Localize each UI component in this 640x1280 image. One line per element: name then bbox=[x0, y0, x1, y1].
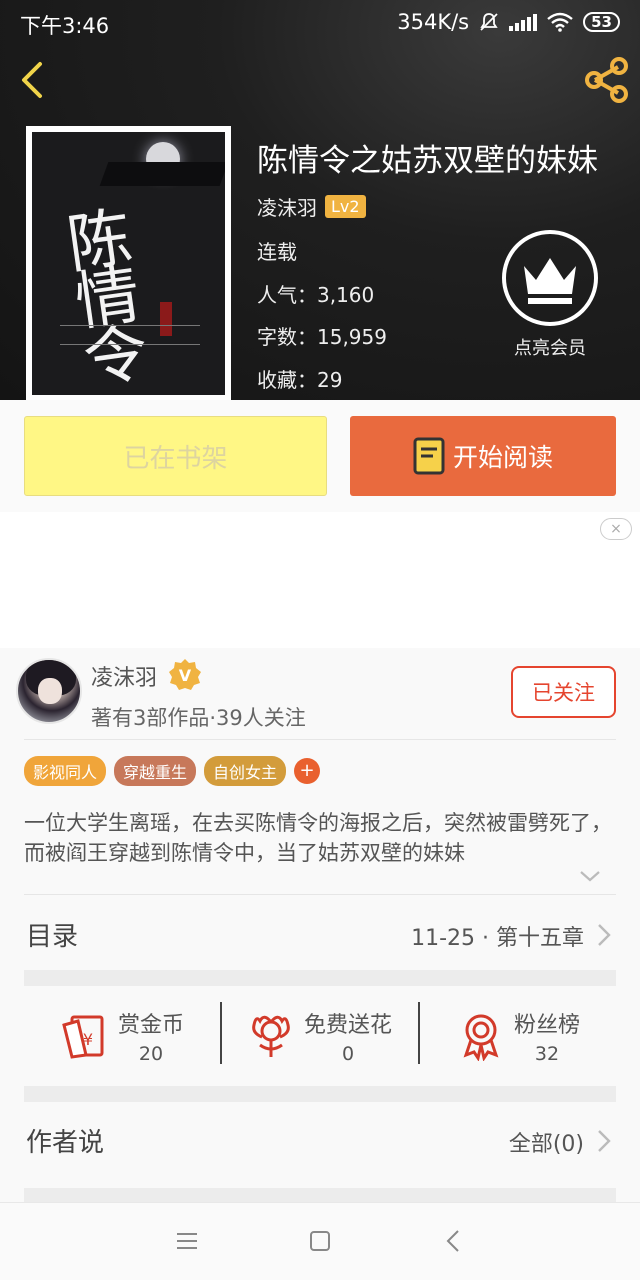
book-popularity: 人气：3,160 bbox=[257, 283, 375, 307]
add-tag-button[interactable]: + bbox=[294, 758, 321, 784]
book-details: 凌沫羽 V 著有3部作品·39人关注 已关注 影视同人 穿越重生 自创女主 + … bbox=[0, 648, 640, 1204]
toc-label: 目录 bbox=[26, 922, 79, 952]
cover-title-art: 陈情令 bbox=[52, 202, 150, 386]
stat-fans[interactable]: 粉丝榜 32 bbox=[456, 986, 580, 1086]
tag-item[interactable]: 穿越重生 bbox=[114, 756, 197, 786]
cover-art: 陈情令 bbox=[32, 132, 225, 395]
vip-button[interactable]: 点亮会员 bbox=[500, 228, 600, 360]
crown-icon bbox=[502, 230, 598, 326]
interaction-stats: ¥ 赏金币 20 免费送花 0 粉丝榜 32 bbox=[24, 986, 616, 1086]
chevron-right-icon bbox=[598, 924, 611, 946]
tag-item[interactable]: 影视同人 bbox=[24, 756, 107, 786]
divider bbox=[24, 894, 616, 895]
stat-reward[interactable]: ¥ 赏金币 20 bbox=[60, 986, 184, 1086]
start-reading-label: 开始阅读 bbox=[452, 443, 553, 472]
flower-icon bbox=[252, 1015, 290, 1057]
wifi-icon bbox=[547, 12, 573, 32]
table-of-contents-row[interactable]: 目录 11-25 · 第十五章 bbox=[24, 896, 616, 968]
author-says-all: 全部(0) bbox=[508, 1132, 584, 1157]
stat-value: 32 bbox=[534, 1043, 560, 1065]
chevron-right-icon bbox=[598, 1130, 611, 1152]
ad-banner[interactable] bbox=[0, 512, 640, 648]
book-status: 连载 bbox=[257, 240, 297, 264]
stat-flowers[interactable]: 免费送花 0 bbox=[246, 986, 392, 1086]
book-cover[interactable]: 陈情令 bbox=[26, 126, 231, 400]
menu-icon[interactable] bbox=[176, 1231, 198, 1251]
network-speed: 354K/s bbox=[397, 10, 470, 34]
mute-bell-icon bbox=[480, 13, 498, 31]
tag-item[interactable]: 自创女主 bbox=[204, 756, 287, 786]
book-icon bbox=[413, 437, 445, 475]
verified-badge-letter: V bbox=[179, 666, 192, 685]
book-favorites: 收藏：29 bbox=[257, 368, 343, 392]
book-title: 陈情令之姑苏双壁的妹妹 bbox=[257, 143, 598, 179]
book-description: 一位大学生离瑶，在去买陈情令的海报之后，突然被雷劈死了，而被阎王穿越到陈情令中，… bbox=[24, 811, 612, 865]
cover-footer bbox=[60, 325, 200, 345]
section-separator bbox=[24, 970, 616, 986]
book-word-count: 字数：15,959 bbox=[257, 325, 387, 349]
tag-list: 影视同人 穿越重生 自创女主 + bbox=[24, 756, 321, 786]
status-bar: 下午3:46 354K/s 53 bbox=[0, 0, 640, 46]
medal-icon bbox=[463, 1014, 499, 1061]
ad-close-button[interactable]: × bbox=[600, 518, 632, 540]
divider bbox=[24, 739, 616, 740]
action-bar: 已在书架 开始阅读 bbox=[0, 400, 640, 512]
nav-back-icon[interactable] bbox=[446, 1229, 460, 1253]
cover-roof bbox=[99, 162, 225, 186]
stat-value: 0 bbox=[341, 1043, 355, 1065]
start-reading-button[interactable]: 开始阅读 bbox=[350, 416, 616, 496]
stat-divider bbox=[418, 1002, 420, 1064]
status-icons: 354K/s 53 bbox=[397, 10, 620, 34]
system-nav-bar bbox=[0, 1202, 640, 1280]
svg-text:¥: ¥ bbox=[83, 1030, 93, 1049]
book-author-row: 凌沫羽 Lv2 bbox=[257, 192, 366, 221]
home-square-icon[interactable] bbox=[310, 1231, 330, 1251]
author-says-label: 作者说 bbox=[26, 1128, 105, 1158]
verified-badge-icon: V bbox=[169, 659, 201, 690]
share-icon[interactable] bbox=[582, 56, 630, 104]
red-envelope-icon: ¥ bbox=[62, 1015, 104, 1059]
author-card-summary: 著有3部作品·39人关注 bbox=[91, 706, 306, 730]
battery-indicator: 53 bbox=[583, 12, 620, 32]
status-time: 下午3:46 bbox=[20, 14, 110, 38]
back-arrow-icon[interactable] bbox=[14, 58, 50, 102]
follow-button[interactable]: 已关注 bbox=[511, 666, 616, 718]
section-separator bbox=[24, 1086, 616, 1102]
stat-label: 赏金币 bbox=[118, 1013, 185, 1038]
author-card-name[interactable]: 凌沫羽 bbox=[91, 660, 157, 692]
on-shelf-button[interactable]: 已在书架 bbox=[24, 416, 327, 496]
book-author-name[interactable]: 凌沫羽 bbox=[257, 192, 317, 221]
toc-latest-chapter: 11-25 · 第十五章 bbox=[411, 926, 584, 951]
expand-chevron-icon[interactable] bbox=[578, 868, 602, 884]
stat-label: 免费送花 bbox=[304, 1013, 393, 1038]
author-avatar[interactable] bbox=[16, 658, 82, 724]
stat-value: 20 bbox=[138, 1043, 164, 1065]
author-level-badge: Lv2 bbox=[325, 195, 366, 218]
stat-divider bbox=[220, 1002, 222, 1064]
signal-icon bbox=[509, 13, 538, 31]
stat-label: 粉丝榜 bbox=[514, 1013, 581, 1038]
author-says-row[interactable]: 作者说 全部(0) bbox=[24, 1102, 616, 1182]
book-header: 下午3:46 354K/s 53 陈情令 陈情令之姑苏双壁的妹妹 凌沫羽 Lv2… bbox=[0, 0, 640, 400]
vip-label: 点亮会员 bbox=[514, 338, 586, 359]
